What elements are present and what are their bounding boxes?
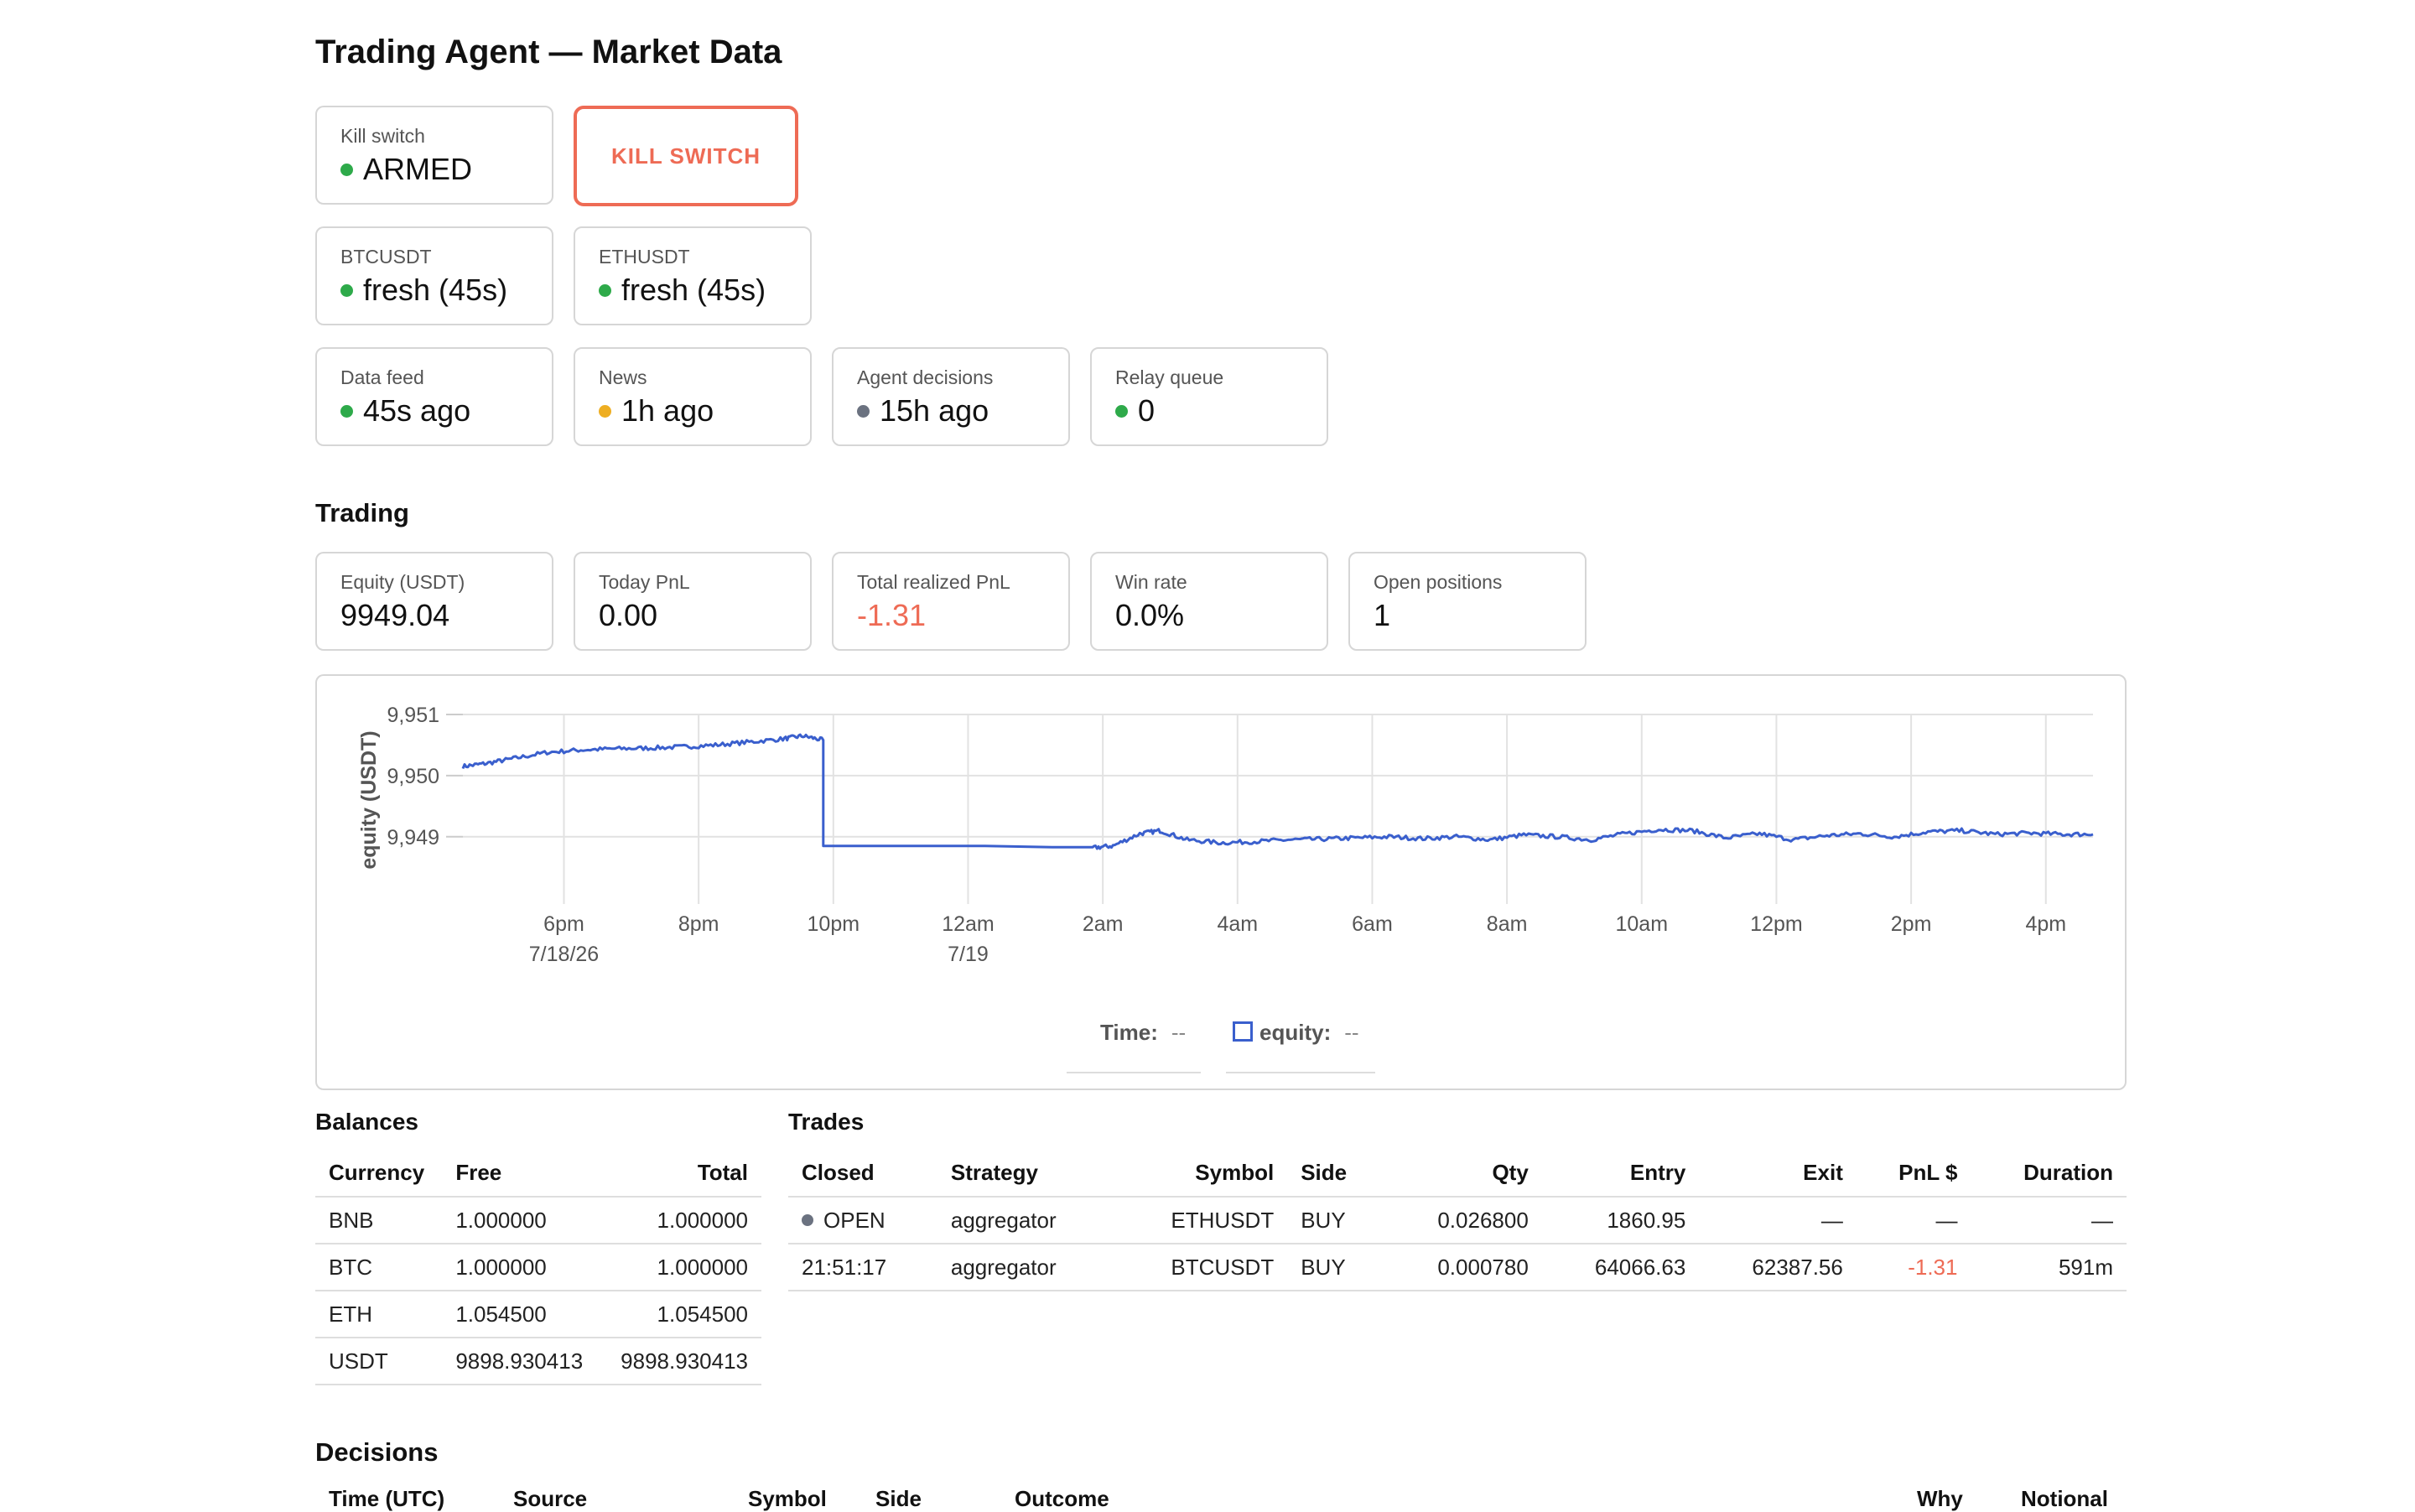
trades-title: Trades bbox=[788, 1109, 865, 1135]
table-row: OPEN aggregator ETHUSDT BUY 0.026800 186… bbox=[788, 1197, 2127, 1244]
column-header: Time (UTC) bbox=[329, 1486, 445, 1511]
legend-time-label: Time: bbox=[1100, 1020, 1158, 1045]
cell-entry: 1860.95 bbox=[1541, 1197, 1700, 1244]
x-tick-sublabel: 7/19 bbox=[948, 943, 989, 966]
cell-free: 1.054500 bbox=[442, 1291, 602, 1338]
cell-duration: — bbox=[1971, 1197, 2127, 1244]
x-tick-label: 6pm bbox=[543, 912, 584, 936]
cell-free: 1.000000 bbox=[442, 1244, 602, 1291]
open-status-dot bbox=[802, 1213, 813, 1226]
x-tick-label: 12pm bbox=[1750, 912, 1803, 936]
cell-exit: 62387.56 bbox=[1699, 1244, 1857, 1291]
cell-exit: — bbox=[1699, 1197, 1857, 1244]
dashboard-page: Trading Agent — Market Data Kill switch … bbox=[0, 0, 2415, 1511]
column-header: Total bbox=[601, 1149, 761, 1198]
x-tick-label: 8pm bbox=[678, 912, 719, 936]
y-tick-label: 9,951 bbox=[387, 704, 439, 727]
cell-total: 9898.930413 bbox=[601, 1338, 761, 1385]
column-header: Symbol bbox=[748, 1486, 827, 1511]
x-tick-label: 10pm bbox=[808, 912, 860, 936]
cell-side: BUY bbox=[1287, 1197, 1385, 1244]
cell-currency: USDT bbox=[315, 1338, 443, 1385]
cell-closed: OPEN bbox=[788, 1197, 937, 1244]
column-header: Strategy bbox=[937, 1149, 1114, 1198]
legend-swatch-icon bbox=[1233, 1021, 1253, 1042]
x-tick-label: 6am bbox=[1352, 912, 1393, 936]
column-header: Side bbox=[1287, 1149, 1385, 1198]
cell-symbol: ETHUSDT bbox=[1114, 1197, 1288, 1244]
y-tick-label: 9,949 bbox=[387, 826, 439, 850]
column-header: Outcome bbox=[1015, 1486, 1109, 1511]
trades-table: Closed Strategy Symbol Side Qty Entry Ex… bbox=[788, 1149, 2127, 1291]
equity-chart[interactable]: 6pm 7/18/26 8pm 10pm 12am 7/19 2am 4am 6am 8am 10a… bbox=[0, 0, 2415, 1090]
x-tick-label: 4pm bbox=[2025, 912, 2066, 936]
table-header-row: Currency Free Total bbox=[315, 1149, 761, 1198]
cell-currency: BNB bbox=[315, 1197, 443, 1244]
cell-pnl: -1.31 bbox=[1856, 1244, 1971, 1291]
x-tick-label: 12am bbox=[942, 912, 995, 936]
column-header: Free bbox=[442, 1149, 602, 1198]
legend-time-value: -- bbox=[1171, 1020, 1187, 1045]
cell-free: 1.000000 bbox=[442, 1197, 602, 1244]
table-row: USDT 9898.930413 9898.930413 bbox=[315, 1338, 761, 1385]
y-tick-label: 9,950 bbox=[387, 765, 439, 788]
legend-divider bbox=[1067, 1072, 1201, 1073]
table-row: ETH 1.054500 1.054500 bbox=[315, 1291, 761, 1338]
column-header: Qty bbox=[1384, 1149, 1542, 1198]
x-tick-label: 4am bbox=[1217, 912, 1258, 936]
column-header: Notional bbox=[2021, 1486, 2108, 1511]
table-row: BTC 1.000000 1.000000 bbox=[315, 1244, 761, 1291]
cell-closed-value: OPEN bbox=[823, 1207, 886, 1233]
cell-strategy: aggregator bbox=[937, 1197, 1114, 1244]
cell-side: BUY bbox=[1287, 1244, 1385, 1291]
column-header: Duration bbox=[1971, 1149, 2127, 1198]
balances-title: Balances bbox=[315, 1109, 418, 1135]
x-tick-label: 10am bbox=[1616, 912, 1669, 936]
cell-strategy: aggregator bbox=[937, 1244, 1114, 1291]
cell-total: 1.000000 bbox=[601, 1197, 761, 1244]
legend-time: Time: -- bbox=[1100, 1020, 1186, 1067]
legend-equity-value: -- bbox=[1344, 1020, 1359, 1045]
legend-divider bbox=[1226, 1072, 1375, 1073]
column-header: Side bbox=[875, 1486, 922, 1511]
cell-symbol: BTCUSDT bbox=[1114, 1244, 1288, 1291]
column-header: Currency bbox=[315, 1149, 443, 1198]
cell-free: 9898.930413 bbox=[442, 1338, 602, 1385]
cell-qty: 0.000780 bbox=[1384, 1244, 1542, 1291]
column-header: Closed bbox=[788, 1149, 937, 1198]
balances-table: Currency Free Total BNB 1.000000 1.00000… bbox=[315, 1149, 761, 1385]
cell-total: 1.054500 bbox=[601, 1291, 761, 1338]
column-header: Why bbox=[1917, 1486, 1963, 1511]
column-header: Symbol bbox=[1114, 1149, 1288, 1198]
decisions-title: Decisions bbox=[315, 1437, 439, 1467]
equity-series-line bbox=[461, 733, 2094, 850]
legend-equity: equity: -- bbox=[1233, 1020, 1359, 1067]
cell-currency: ETH bbox=[315, 1291, 443, 1338]
cell-currency: BTC bbox=[315, 1244, 443, 1291]
column-header: Source bbox=[513, 1486, 588, 1511]
cell-total: 1.000000 bbox=[601, 1244, 761, 1291]
legend-equity-label: equity: bbox=[1259, 1020, 1332, 1045]
table-row: BNB 1.000000 1.000000 bbox=[315, 1197, 761, 1244]
table-row: 21:51:17 aggregator BTCUSDT BUY 0.000780… bbox=[788, 1244, 2127, 1291]
y-axis-label: equity (USDT) bbox=[357, 730, 381, 869]
x-tick-sublabel: 7/18/26 bbox=[529, 943, 599, 966]
x-tick-label: 2am bbox=[1083, 912, 1124, 936]
cell-entry: 64066.63 bbox=[1541, 1244, 1700, 1291]
column-header: Entry bbox=[1541, 1149, 1700, 1198]
cell-closed: 21:51:17 bbox=[788, 1244, 937, 1291]
x-tick-label: 2pm bbox=[1891, 912, 1932, 936]
x-tick-label: 8am bbox=[1487, 912, 1528, 936]
table-header-row: Closed Strategy Symbol Side Qty Entry Ex… bbox=[788, 1149, 2127, 1198]
column-header: PnL $ bbox=[1856, 1149, 1971, 1198]
cell-pnl: — bbox=[1856, 1197, 1971, 1244]
cell-duration: 591m bbox=[1971, 1244, 2127, 1291]
column-header: Exit bbox=[1699, 1149, 1857, 1198]
cell-qty: 0.026800 bbox=[1384, 1197, 1542, 1244]
